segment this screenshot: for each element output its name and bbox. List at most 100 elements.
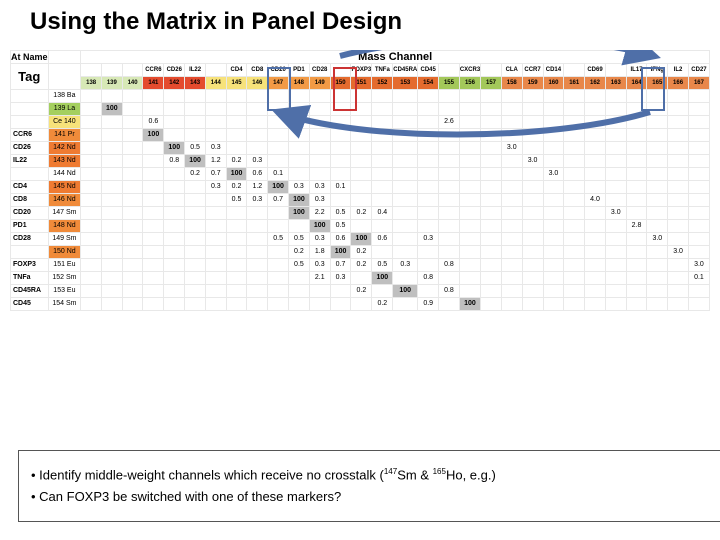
matrix-cell (226, 258, 247, 271)
matrix-cell (351, 167, 372, 180)
matrix-cell (351, 271, 372, 284)
matrix-cell: 100 (164, 141, 185, 154)
matrix-cell: 0.1 (330, 180, 351, 193)
matrix-cell (543, 115, 564, 128)
col-marker (481, 63, 502, 76)
matrix-cell (564, 115, 585, 128)
matrix-cell (393, 115, 418, 128)
matrix-cell (481, 245, 502, 258)
matrix-cell (647, 167, 668, 180)
matrix-cell: 3.0 (688, 258, 709, 271)
matrix-cell (351, 102, 372, 115)
matrix-cell (439, 297, 460, 310)
matrix-cell (164, 245, 185, 258)
matrix-cell (247, 258, 268, 271)
matrix-cell (585, 115, 606, 128)
matrix-cell: 0.3 (309, 258, 330, 271)
matrix-cell (226, 115, 247, 128)
matrix-cell (647, 271, 668, 284)
matrix-cell (647, 89, 668, 102)
matrix-cell (122, 219, 143, 232)
matrix-cell: 2.6 (439, 115, 460, 128)
matrix-cell (522, 89, 543, 102)
matrix-cell (418, 219, 439, 232)
matrix-cell: 0.2 (351, 258, 372, 271)
matrix-cell (268, 219, 289, 232)
matrix-cell (459, 167, 480, 180)
matrix-cell: 3.0 (481, 128, 502, 141)
matrix-cell (481, 284, 502, 297)
col-marker: PD1 (289, 63, 310, 76)
matrix-cell (418, 102, 439, 115)
matrix-cell (185, 102, 206, 115)
matrix-cell (418, 206, 439, 219)
matrix-cell (351, 193, 372, 206)
matrix-cell: 0.3 (247, 193, 268, 206)
matrix-cell: 0.2 (185, 167, 206, 180)
row-marker: CD45 (11, 297, 49, 310)
matrix-cell (543, 89, 564, 102)
matrix-cell (185, 232, 206, 245)
matrix-cell (330, 154, 351, 167)
matrix-cell (501, 271, 522, 284)
matrix-cell (101, 297, 122, 310)
matrix-cell (289, 154, 310, 167)
matrix-cell: 0.7 (268, 193, 289, 206)
row-marker: CD4 (11, 180, 49, 193)
matrix-cell: 100 (351, 232, 372, 245)
matrix-cell (439, 128, 460, 141)
matrix-cell (564, 245, 585, 258)
matrix-cell (226, 245, 247, 258)
matrix-cell (543, 232, 564, 245)
matrix-cell: 100 (372, 271, 393, 284)
matrix-cell (122, 180, 143, 193)
matrix-cell (688, 284, 709, 297)
matrix-cell: 0.5 (226, 193, 247, 206)
matrix-cell (481, 193, 502, 206)
matrix-cell (564, 258, 585, 271)
matrix-cell (122, 193, 143, 206)
bullet-1: • Identify middle-weight channels which … (31, 467, 715, 483)
matrix-cell (185, 297, 206, 310)
matrix-cell (481, 232, 502, 245)
matrix-cell (543, 206, 564, 219)
col-mass: 138 (81, 76, 102, 89)
matrix-cell (205, 193, 226, 206)
matrix-cell (330, 89, 351, 102)
row-tag: 151 Eu (48, 258, 81, 271)
matrix-cell (81, 154, 102, 167)
matrix-cell (185, 115, 206, 128)
matrix-cell (81, 128, 102, 141)
matrix-cell (81, 167, 102, 180)
matrix-cell (393, 245, 418, 258)
matrix-cell (459, 154, 480, 167)
matrix-cell (522, 297, 543, 310)
matrix-cell (647, 128, 668, 141)
matrix-cell (668, 219, 689, 232)
matrix-cell (143, 180, 164, 193)
tag-header: Tag (11, 63, 49, 89)
matrix-cell (268, 154, 289, 167)
matrix-cell (564, 297, 585, 310)
row-tag: 149 Sm (48, 232, 81, 245)
matrix-cell (289, 297, 310, 310)
matrix-cell: 0.3 (309, 193, 330, 206)
row-tag: 138 Ba (48, 89, 81, 102)
matrix-cell (81, 219, 102, 232)
col-marker (101, 63, 122, 76)
matrix-cell (185, 284, 206, 297)
matrix-cell (81, 232, 102, 245)
matrix-cell (543, 284, 564, 297)
matrix-cell (605, 258, 626, 271)
matrix-cell (393, 154, 418, 167)
col-marker: CD69 (585, 63, 606, 76)
matrix-cell (626, 167, 647, 180)
matrix-cell (626, 245, 647, 258)
matrix-cell: 0.3 (289, 180, 310, 193)
col-mass: 149 (309, 76, 330, 89)
matrix-cell (101, 180, 122, 193)
row-marker: TNFa (11, 271, 49, 284)
matrix-cell (564, 128, 585, 141)
matrix-cell (122, 284, 143, 297)
matrix-cell (688, 219, 709, 232)
